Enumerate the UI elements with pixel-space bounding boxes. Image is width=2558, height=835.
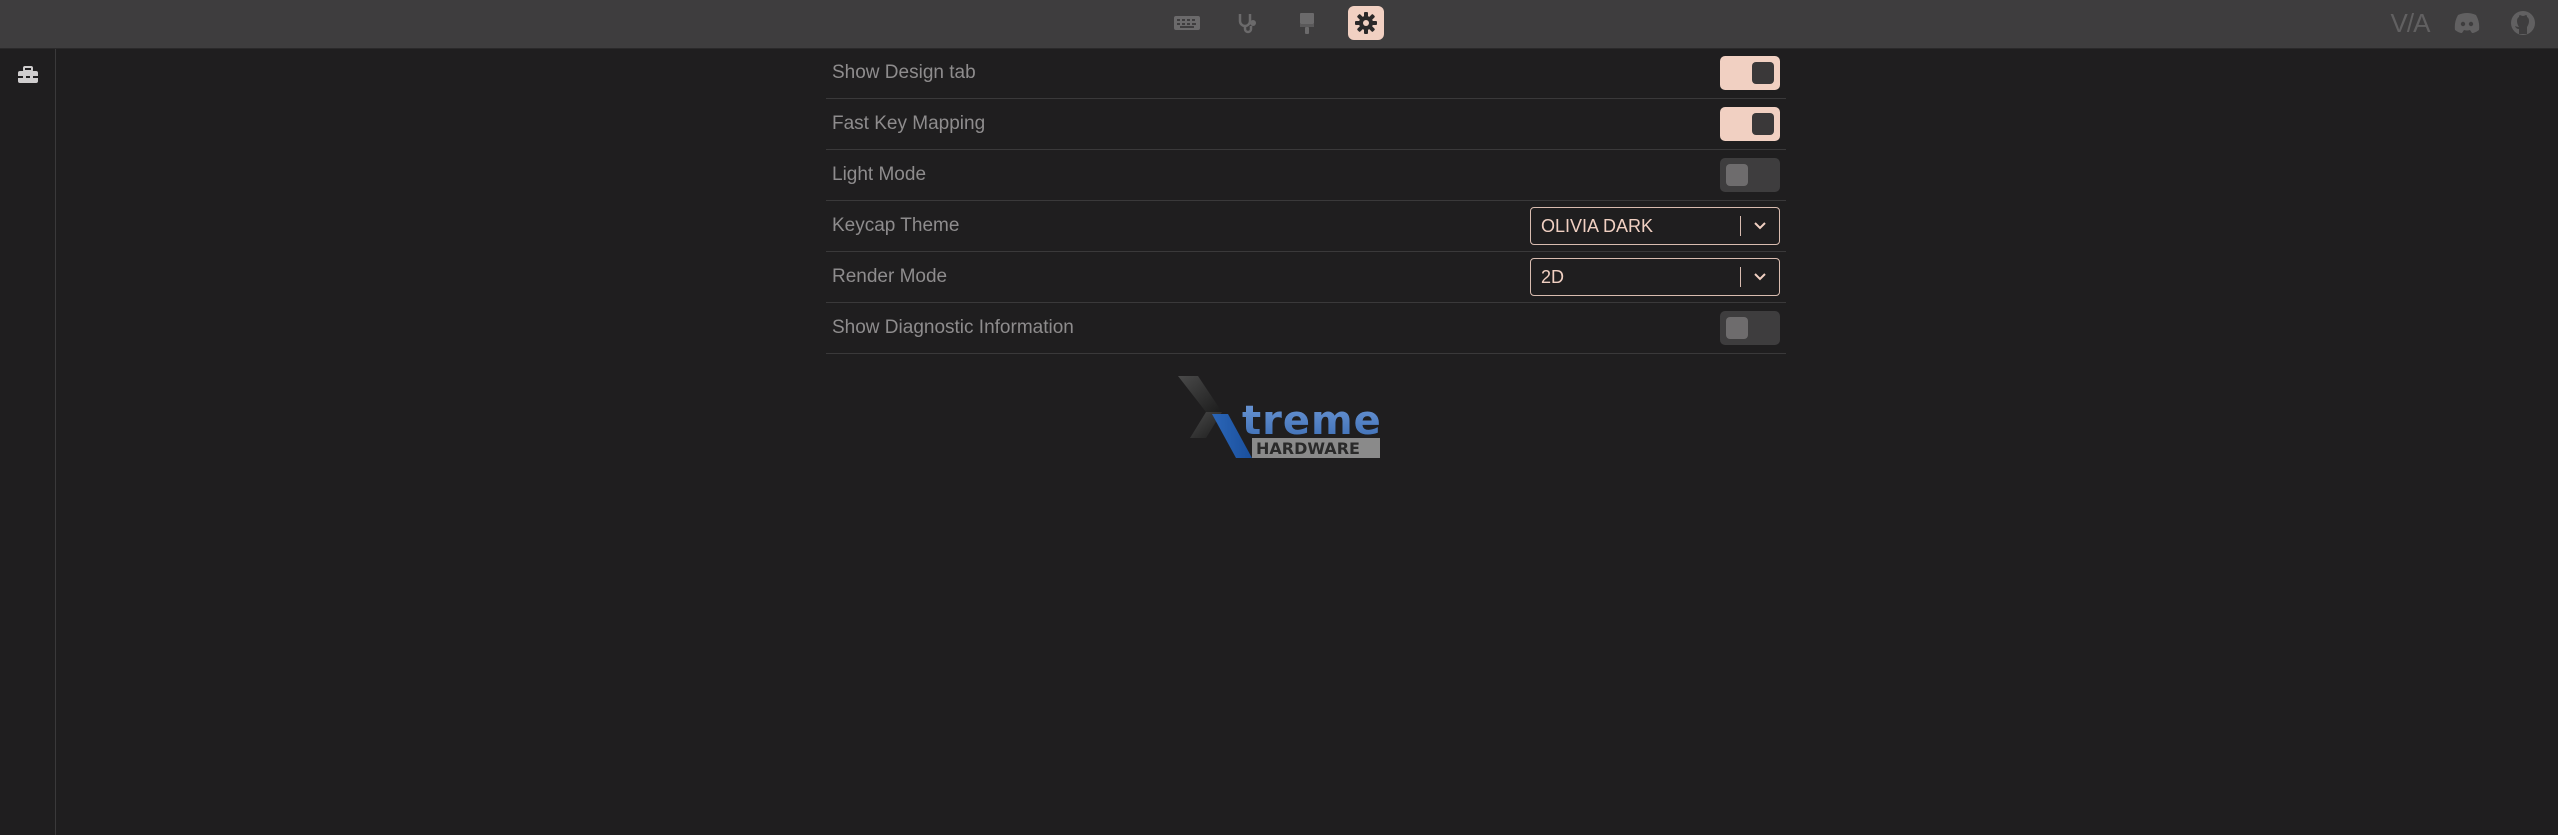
via-logo-text: V/A [2390,7,2431,38]
chevron-down-icon[interactable] [1741,208,1779,244]
sidebar [0,49,56,835]
logo-word-main: treme [1242,398,1382,444]
paintbrush-icon[interactable] [1289,6,1325,40]
render-mode-select[interactable]: 2D [1530,258,1780,296]
setting-row-light-mode: Light Mode [826,150,1786,201]
setting-row-show-design-tab: Show Design tab [826,48,1786,99]
setting-label: Render Mode [832,266,948,287]
setting-label: Show Diagnostic Information [832,317,1074,338]
xtreme-hardware-logo: treme HARDWARE [1176,374,1382,464]
keyboard-icon[interactable] [1169,6,1205,40]
setting-row-show-diagnostic-information: Show Diagnostic Information [826,303,1786,354]
github-icon[interactable] [2506,8,2540,38]
chevron-down-icon[interactable] [1741,259,1779,295]
logo-word-sub: HARDWARE [1256,439,1360,458]
setting-row-fast-key-mapping: Fast Key Mapping [826,99,1786,150]
select-value: OLIVIA DARK [1541,215,1654,236]
gear-icon[interactable] [1348,6,1384,40]
setting-row-keycap-theme: Keycap Theme OLIVIA DARK [826,201,1786,252]
setting-label: Show Design tab [832,62,976,83]
show-design-tab-toggle[interactable] [1720,56,1780,90]
settings-panel: Show Design tab Fast Key Mapping Light M… [826,48,1786,354]
keycap-theme-select[interactable]: OLIVIA DARK [1530,207,1780,245]
setting-row-render-mode: Render Mode 2D [826,252,1786,303]
top-navigation-bar: V/A [0,0,2558,49]
discord-icon[interactable] [2450,8,2484,38]
setting-label: Light Mode [832,164,927,185]
toolbox-icon[interactable] [16,63,40,87]
via-logo[interactable]: V/A [2384,8,2436,38]
fast-key-mapping-toggle[interactable] [1720,107,1780,141]
select-value: 2D [1541,266,1565,287]
show-diagnostic-information-toggle[interactable] [1720,311,1780,345]
setting-label: Fast Key Mapping [832,113,986,134]
stethoscope-icon[interactable] [1229,6,1265,40]
setting-label: Keycap Theme [832,215,960,236]
light-mode-toggle[interactable] [1720,158,1780,192]
